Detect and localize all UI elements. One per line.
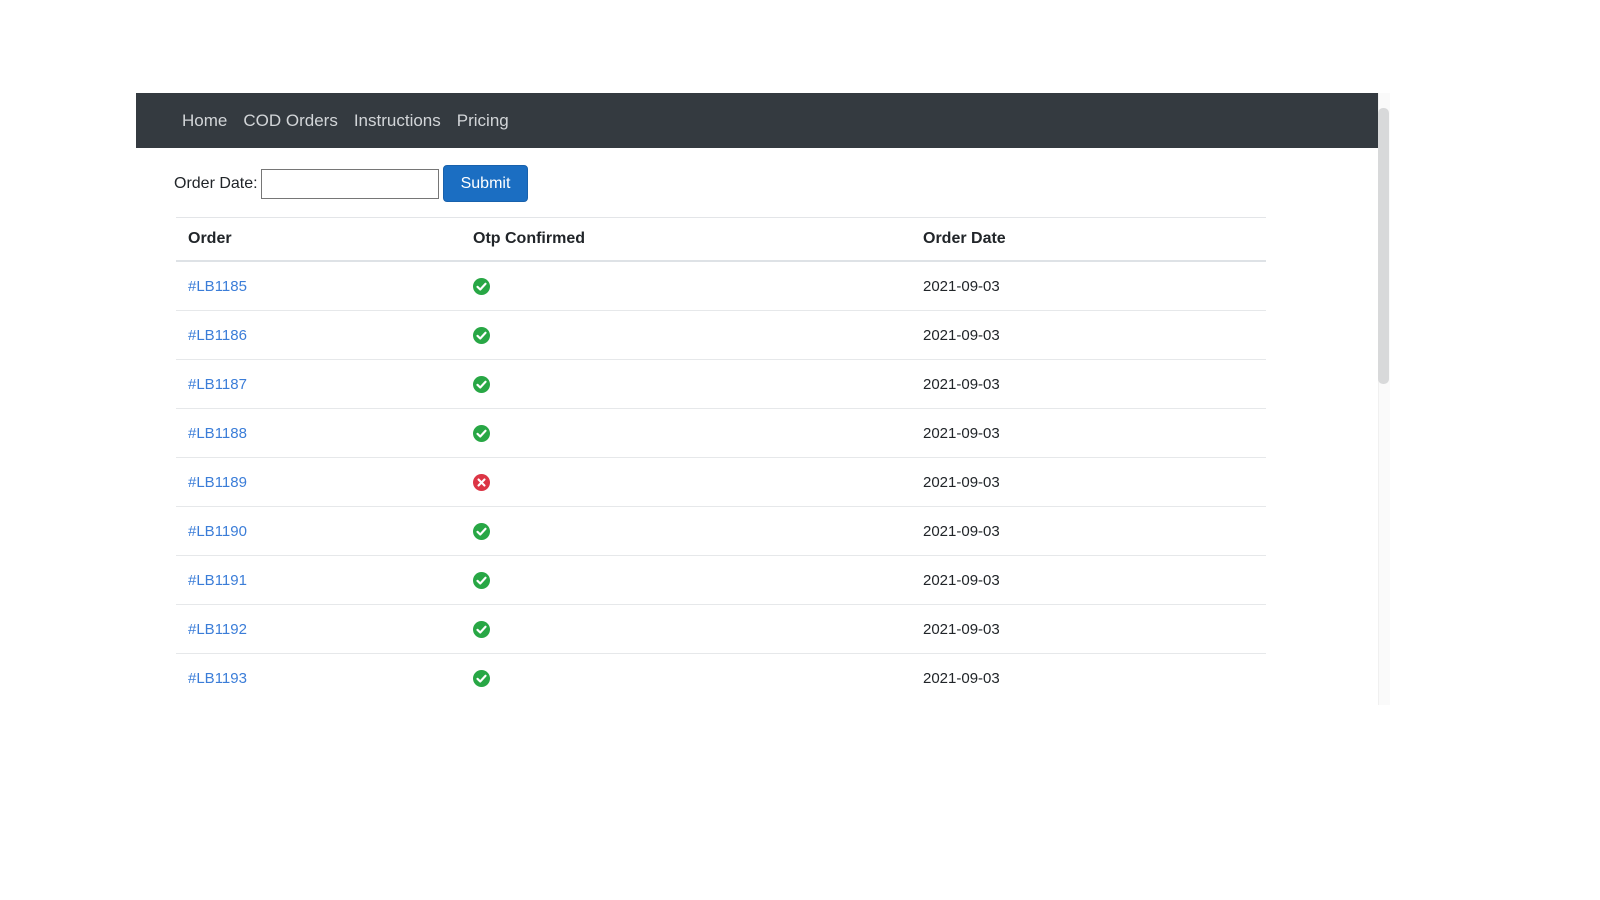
table-header-row: Order Otp Confirmed Order Date (176, 217, 1266, 262)
column-header-order: Order (176, 217, 461, 262)
x-circle-icon (473, 473, 490, 491)
top-navbar: Home COD Orders Instructions Pricing (136, 93, 1381, 148)
otp-confirmed-cell (461, 408, 911, 458)
order-link[interactable]: #LB1187 (188, 376, 247, 393)
otp-confirmed-cell (461, 261, 911, 311)
otp-confirmed-cell (461, 457, 911, 507)
orders-table-body: #LB1185 2021-09-03 #LB1186 2021-09-03 #LB118… (176, 261, 1266, 702)
check-circle-icon (473, 669, 490, 687)
order-date-cell: 2021-09-03 (911, 555, 1266, 605)
table-row: #LB1189 2021-09-03 (176, 457, 1266, 507)
order-cell: #LB1192 (176, 604, 461, 654)
order-cell: #LB1187 (176, 359, 461, 409)
table-row: #LB1192 2021-09-03 (176, 604, 1266, 654)
order-date-cell: 2021-09-03 (911, 310, 1266, 360)
order-date-form: Order Date: Submit (174, 165, 529, 202)
order-link[interactable]: #LB1188 (188, 425, 247, 442)
order-cell: #LB1186 (176, 310, 461, 360)
orders-table: Order Otp Confirmed Order Date #LB1185 2021… (176, 217, 1266, 702)
order-link[interactable]: #LB1193 (188, 670, 247, 687)
check-circle-icon (473, 571, 490, 589)
order-link[interactable]: #LB1191 (188, 572, 247, 589)
order-date-cell: 2021-09-03 (911, 261, 1266, 311)
order-link[interactable]: #LB1192 (188, 621, 247, 638)
order-date-cell: 2021-09-03 (911, 457, 1266, 507)
order-cell: #LB1190 (176, 506, 461, 556)
order-link[interactable]: #LB1190 (188, 523, 247, 540)
otp-confirmed-cell (461, 555, 911, 605)
submit-button[interactable]: Submit (442, 165, 529, 202)
column-header-otp-confirmed: Otp Confirmed (461, 217, 911, 262)
page-root: Home COD Orders Instructions Pricing Order … (0, 0, 1600, 900)
table-row: #LB1188 2021-09-03 (176, 408, 1266, 458)
order-date-cell: 2021-09-03 (911, 506, 1266, 556)
nav-link-instructions[interactable]: Instructions (354, 111, 441, 131)
order-date-label: Order Date: (174, 174, 258, 192)
order-cell: #LB1191 (176, 555, 461, 605)
browser-viewport: Home COD Orders Instructions Pricing Order … (136, 93, 1389, 705)
check-circle-icon (473, 375, 490, 393)
table-row: #LB1190 2021-09-03 (176, 506, 1266, 556)
check-circle-icon (473, 277, 490, 295)
orders-table-head: Order Otp Confirmed Order Date (176, 217, 1266, 262)
nav-link-cod-orders[interactable]: COD Orders (243, 111, 337, 131)
order-date-cell: 2021-09-03 (911, 359, 1266, 409)
table-row: #LB1191 2021-09-03 (176, 555, 1266, 605)
table-row: #LB1187 2021-09-03 (176, 359, 1266, 409)
order-date-input[interactable] (260, 168, 439, 199)
otp-confirmed-cell (461, 506, 911, 556)
order-cell: #LB1189 (176, 457, 461, 507)
table-row: #LB1186 2021-09-03 (176, 310, 1266, 360)
order-cell: #LB1193 (176, 654, 461, 703)
otp-confirmed-cell (461, 604, 911, 654)
check-circle-icon (473, 424, 490, 442)
order-date-cell: 2021-09-03 (911, 604, 1266, 654)
order-date-cell: 2021-09-03 (911, 408, 1266, 458)
table-row: #LB1185 2021-09-03 (176, 261, 1266, 311)
nav-link-home[interactable]: Home (182, 111, 227, 131)
order-link[interactable]: #LB1189 (188, 474, 247, 491)
vertical-scrollbar-thumb[interactable] (1378, 108, 1389, 384)
otp-confirmed-cell (461, 359, 911, 409)
check-circle-icon (473, 620, 490, 638)
check-circle-icon (473, 326, 490, 344)
otp-confirmed-cell (461, 310, 911, 360)
order-link[interactable]: #LB1185 (188, 278, 247, 295)
nav-link-pricing[interactable]: Pricing (457, 111, 509, 131)
order-cell: #LB1188 (176, 408, 461, 458)
order-date-cell: 2021-09-03 (923, 669, 1000, 687)
table-row: #LB1193 2021-09-03 (176, 654, 1266, 703)
navbar-links: Home COD Orders Instructions Pricing (182, 111, 509, 131)
check-circle-icon (473, 522, 490, 540)
order-cell: #LB1185 (176, 261, 461, 311)
order-link[interactable]: #LB1186 (188, 327, 247, 344)
column-header-order-date: Order Date (911, 217, 1266, 262)
otp-confirmed-cell (461, 654, 911, 703)
